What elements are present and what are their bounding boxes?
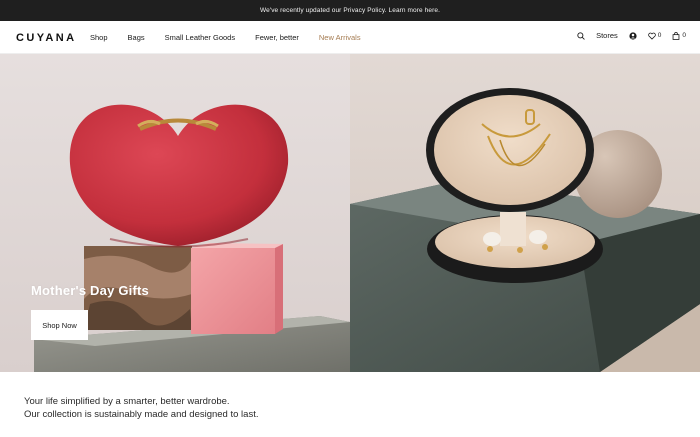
account-icon[interactable]	[629, 31, 637, 40]
hero-section: Mother's Day Gifts Shop Now	[0, 54, 700, 372]
site-header: CUYANA Shop Bags Small Leather Goods Few…	[0, 21, 700, 54]
nav-item-shop[interactable]: Shop	[90, 33, 108, 42]
brand-tagline: Your life simplified by a smarter, bette…	[24, 395, 258, 421]
search-icon[interactable]	[577, 31, 585, 40]
hero-image-jewelry-case[interactable]	[350, 54, 700, 372]
bag-icon	[673, 31, 680, 40]
utility-nav: Stores 0 0	[566, 31, 686, 40]
wishlist-count: 0	[657, 32, 662, 39]
tagline-line-2: Our collection is sustainably made and d…	[24, 409, 259, 420]
brand-logo[interactable]: CUYANA	[16, 32, 76, 44]
stores-link[interactable]: Stores	[596, 31, 618, 40]
announcement-text[interactable]: We've recently updated our Privacy Polic…	[260, 7, 440, 14]
main-nav: Shop Bags Small Leather Goods Fewer, bet…	[90, 33, 381, 42]
nav-item-bags[interactable]: Bags	[128, 33, 145, 42]
heart-icon	[647, 32, 656, 40]
hero-title: Mother's Day Gifts	[31, 283, 149, 298]
nav-item-fewer-better[interactable]: Fewer, better	[255, 33, 299, 42]
announcement-bar[interactable]: We've recently updated our Privacy Polic…	[0, 0, 700, 21]
wishlist-button[interactable]: 0	[647, 32, 662, 40]
tagline-line-1: Your life simplified by a smarter, bette…	[24, 396, 230, 407]
nav-item-new-arrivals[interactable]: New Arrivals	[319, 33, 361, 42]
nav-item-small-leather-goods[interactable]: Small Leather Goods	[165, 33, 235, 42]
cart-button[interactable]: 0	[672, 31, 686, 40]
cart-count: 0	[682, 32, 686, 39]
shop-now-button[interactable]: Shop Now	[31, 310, 88, 340]
